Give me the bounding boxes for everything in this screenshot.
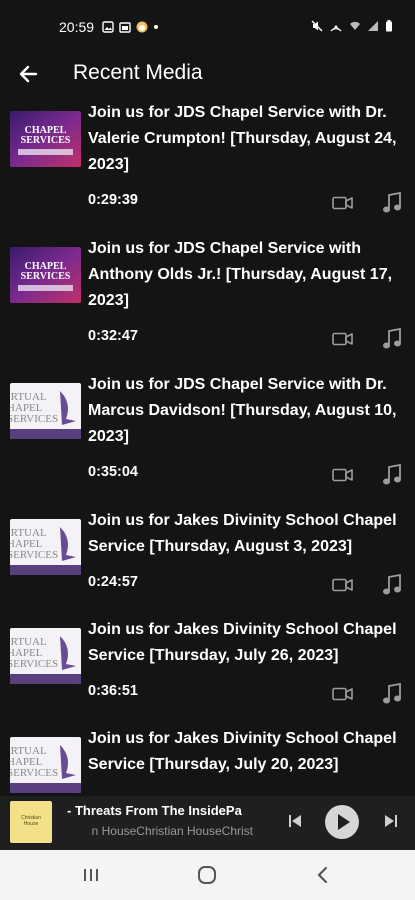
media-thumbnail[interactable]: CHAPEL SERVICES [10,247,81,303]
media-title[interactable]: Join us for Jakes Divinity School Chapel… [88,617,415,669]
thumbnail-text: SERVICES [10,413,59,425]
video-camera-icon[interactable] [332,468,354,482]
artwork-label: Christian House [21,815,41,827]
media-title[interactable]: Join us for JDS Chapel Service with Anth… [88,236,415,314]
media-thumbnail[interactable]: IRTUAL HAPEL SERVICES [10,628,81,684]
video-camera-icon[interactable] [332,687,354,701]
media-list[interactable]: CHAPEL SERVICES Join us for JDS Chapel Ser… [0,96,415,796]
media-duration: 0:24:57 [88,574,138,590]
thumbnail-text: SERVICES [10,767,59,779]
page-title: Recent Media [73,61,203,84]
thumbnail-text: SERVICES [20,135,71,146]
video-camera-icon[interactable] [332,196,354,210]
app-notification-icon [136,21,148,33]
status-notification-icons [102,21,159,33]
app-header: Recent Media [0,52,415,96]
more-notifications-dot-icon [154,25,158,29]
mini-player[interactable]: Christian House - Threats From The Insid… [0,796,415,850]
thumbnail-text: SERVICES [10,658,59,670]
signal-icon [368,21,378,31]
music-note-icon[interactable] [382,464,402,486]
media-thumbnail[interactable]: IRTUAL HAPEL SERVICES [10,383,81,439]
gallery-icon [102,21,114,33]
play-button[interactable] [324,804,360,840]
skip-next-icon[interactable] [382,812,400,830]
media-duration: 0:36:51 [88,683,138,699]
mute-icon [311,20,323,32]
back-icon[interactable] [312,864,334,886]
media-duration: 0:32:47 [88,328,138,344]
status-system-icons [311,20,393,32]
media-list-item[interactable]: IRTUAL HAPEL SERVICES Join us for Jakes Div… [0,613,415,705]
now-playing-artwork[interactable]: Christian House [10,801,52,843]
media-title[interactable]: Join us for Jakes Divinity School Chapel… [88,508,415,560]
calendar-icon [119,22,131,33]
back-arrow-icon[interactable] [16,62,42,86]
now-playing-subtitle: n HouseChristian HouseChrist [91,824,253,838]
thumbnail-text: SERVICES [10,549,59,561]
media-thumbnail[interactable]: IRTUAL HAPEL SERVICES [10,519,81,575]
media-list-item[interactable]: IRTUAL HAPEL SERVICES Join us for Jakes Div… [0,504,415,596]
media-list-item[interactable]: CHAPEL SERVICES Join us for JDS Chapel Ser… [0,96,415,214]
status-time: 20:59 [59,19,95,35]
media-title[interactable]: Join us for JDS Chapel Service with Dr. … [88,372,415,450]
media-list-item[interactable]: IRTUAL HAPEL SERVICES Join us for JDS Chape… [0,368,415,486]
status-bar: 20:59 [0,0,415,52]
media-title[interactable]: Join us for Jakes Divinity School Chapel… [88,726,415,778]
system-navigation-bar [0,850,415,900]
media-list-item[interactable]: CHAPEL SERVICES Join us for JDS Chapel Ser… [0,232,415,350]
battery-icon [386,20,392,32]
video-camera-icon[interactable] [332,578,354,592]
media-thumbnail[interactable]: CHAPEL SERVICES [10,111,81,167]
media-list-item[interactable]: IRTUAL HAPEL SERVICES Join us for Jakes Div… [0,722,415,796]
thumbnail-text: SERVICES [20,271,71,282]
music-note-icon[interactable] [382,192,402,214]
music-note-icon[interactable] [382,683,402,705]
media-duration: 0:35:04 [88,464,138,480]
media-duration: 0:29:39 [88,192,138,208]
media-thumbnail[interactable]: IRTUAL HAPEL SERVICES [10,737,81,793]
video-camera-icon[interactable] [332,332,354,346]
media-title[interactable]: Join us for JDS Chapel Service with Dr. … [88,100,415,178]
now-playing-title[interactable]: - Threats From The InsidePa [67,803,253,818]
skip-previous-icon[interactable] [286,812,304,830]
home-icon[interactable] [196,864,218,886]
music-note-icon[interactable] [382,328,402,350]
music-note-icon[interactable] [382,574,402,596]
recent-apps-icon[interactable] [80,864,102,886]
hotspot-icon [330,25,342,32]
wifi-icon [350,21,360,30]
